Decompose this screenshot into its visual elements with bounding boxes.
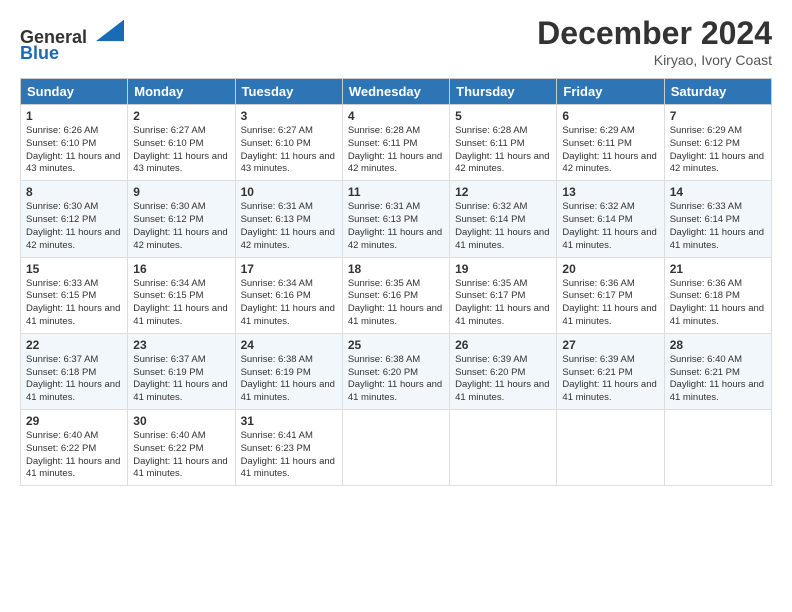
- logo-blue: Blue: [20, 43, 59, 63]
- table-row: [342, 410, 449, 486]
- table-row: 22 Sunrise: 6:37 AM Sunset: 6:18 PM Dayl…: [21, 333, 128, 409]
- table-row: 6 Sunrise: 6:29 AM Sunset: 6:11 PM Dayli…: [557, 105, 664, 181]
- table-row: 17 Sunrise: 6:34 AM Sunset: 6:16 PM Dayl…: [235, 257, 342, 333]
- table-row: 23 Sunrise: 6:37 AM Sunset: 6:19 PM Dayl…: [128, 333, 235, 409]
- table-row: 15 Sunrise: 6:33 AM Sunset: 6:15 PM Dayl…: [21, 257, 128, 333]
- col-friday: Friday: [557, 79, 664, 105]
- logo: General Blue: [20, 15, 124, 64]
- table-row: 11 Sunrise: 6:31 AM Sunset: 6:13 PM Dayl…: [342, 181, 449, 257]
- page: General Blue December 2024 Kiryao, Ivory…: [0, 0, 792, 612]
- month-title: December 2024: [537, 15, 772, 52]
- table-row: 4 Sunrise: 6:28 AM Sunset: 6:11 PM Dayli…: [342, 105, 449, 181]
- header: General Blue December 2024 Kiryao, Ivory…: [20, 15, 772, 68]
- table-row: 5 Sunrise: 6:28 AM Sunset: 6:11 PM Dayli…: [450, 105, 557, 181]
- calendar-header-row: Sunday Monday Tuesday Wednesday Thursday…: [21, 79, 772, 105]
- table-row: 31 Sunrise: 6:41 AM Sunset: 6:23 PM Dayl…: [235, 410, 342, 486]
- table-row: 9 Sunrise: 6:30 AM Sunset: 6:12 PM Dayli…: [128, 181, 235, 257]
- table-row: 21 Sunrise: 6:36 AM Sunset: 6:18 PM Dayl…: [664, 257, 771, 333]
- table-row: 28 Sunrise: 6:40 AM Sunset: 6:21 PM Dayl…: [664, 333, 771, 409]
- table-row: 25 Sunrise: 6:38 AM Sunset: 6:20 PM Dayl…: [342, 333, 449, 409]
- table-row: [557, 410, 664, 486]
- col-monday: Monday: [128, 79, 235, 105]
- table-row: 29 Sunrise: 6:40 AM Sunset: 6:22 PM Dayl…: [21, 410, 128, 486]
- col-sunday: Sunday: [21, 79, 128, 105]
- table-row: 27 Sunrise: 6:39 AM Sunset: 6:21 PM Dayl…: [557, 333, 664, 409]
- table-row: 16 Sunrise: 6:34 AM Sunset: 6:15 PM Dayl…: [128, 257, 235, 333]
- table-row: 7 Sunrise: 6:29 AM Sunset: 6:12 PM Dayli…: [664, 105, 771, 181]
- table-row: 2 Sunrise: 6:27 AM Sunset: 6:10 PM Dayli…: [128, 105, 235, 181]
- table-row: 10 Sunrise: 6:31 AM Sunset: 6:13 PM Dayl…: [235, 181, 342, 257]
- table-row: 8 Sunrise: 6:30 AM Sunset: 6:12 PM Dayli…: [21, 181, 128, 257]
- table-row: 3 Sunrise: 6:27 AM Sunset: 6:10 PM Dayli…: [235, 105, 342, 181]
- location: Kiryao, Ivory Coast: [537, 52, 772, 68]
- col-tuesday: Tuesday: [235, 79, 342, 105]
- table-row: [450, 410, 557, 486]
- logo-triangle-icon: [96, 15, 124, 43]
- table-row: 1 Sunrise: 6:26 AM Sunset: 6:10 PM Dayli…: [21, 105, 128, 181]
- table-row: 30 Sunrise: 6:40 AM Sunset: 6:22 PM Dayl…: [128, 410, 235, 486]
- table-row: 20 Sunrise: 6:36 AM Sunset: 6:17 PM Dayl…: [557, 257, 664, 333]
- col-saturday: Saturday: [664, 79, 771, 105]
- table-row: 14 Sunrise: 6:33 AM Sunset: 6:14 PM Dayl…: [664, 181, 771, 257]
- table-row: 12 Sunrise: 6:32 AM Sunset: 6:14 PM Dayl…: [450, 181, 557, 257]
- table-row: 24 Sunrise: 6:38 AM Sunset: 6:19 PM Dayl…: [235, 333, 342, 409]
- title-block: December 2024 Kiryao, Ivory Coast: [537, 15, 772, 68]
- table-row: 13 Sunrise: 6:32 AM Sunset: 6:14 PM Dayl…: [557, 181, 664, 257]
- table-row: 19 Sunrise: 6:35 AM Sunset: 6:17 PM Dayl…: [450, 257, 557, 333]
- col-wednesday: Wednesday: [342, 79, 449, 105]
- col-thursday: Thursday: [450, 79, 557, 105]
- calendar-table: Sunday Monday Tuesday Wednesday Thursday…: [20, 78, 772, 486]
- table-row: [664, 410, 771, 486]
- table-row: 18 Sunrise: 6:35 AM Sunset: 6:16 PM Dayl…: [342, 257, 449, 333]
- table-row: 26 Sunrise: 6:39 AM Sunset: 6:20 PM Dayl…: [450, 333, 557, 409]
